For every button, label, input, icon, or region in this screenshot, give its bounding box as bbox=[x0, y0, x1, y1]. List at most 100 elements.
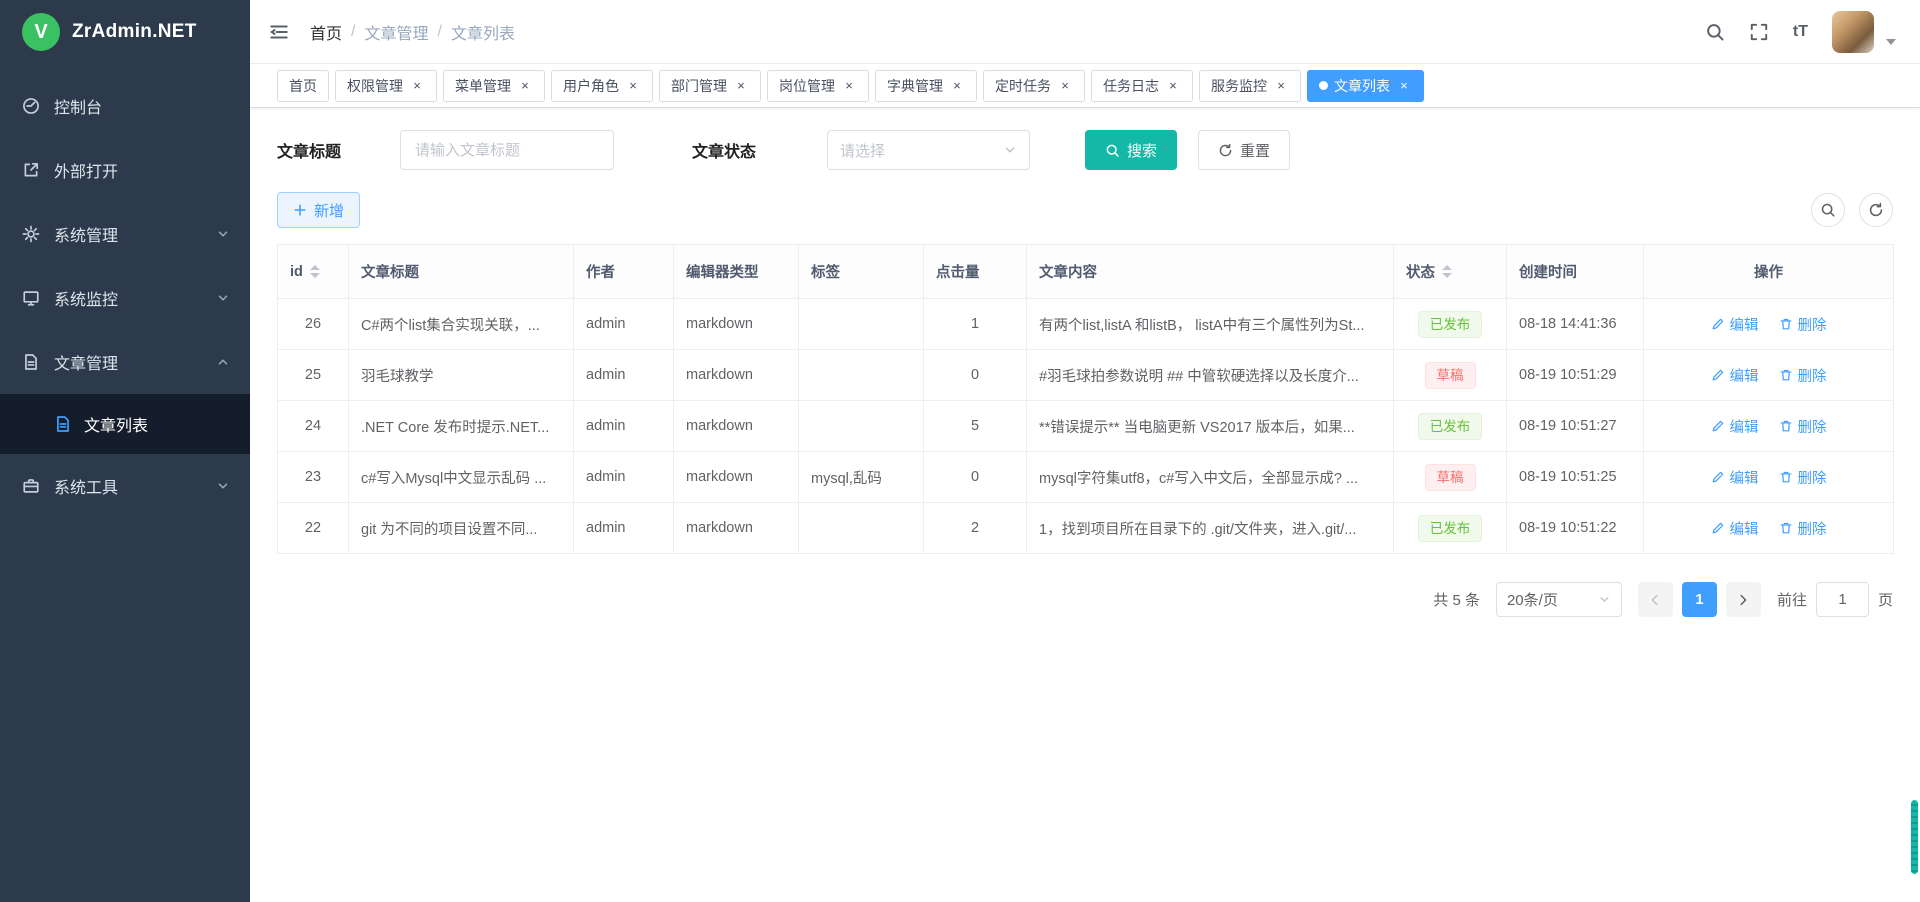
next-page-button[interactable] bbox=[1726, 582, 1761, 617]
caret-down-icon[interactable] bbox=[1886, 39, 1896, 45]
logo-icon: V bbox=[22, 13, 60, 51]
refresh-button[interactable] bbox=[1859, 193, 1893, 227]
search-button[interactable]: 搜索 bbox=[1085, 130, 1177, 170]
close-icon[interactable] bbox=[1396, 78, 1412, 94]
cell-editor: markdown bbox=[674, 503, 799, 554]
search-icon[interactable] bbox=[1705, 22, 1725, 42]
cell-content: 有两个list,listA 和listB， listA中有三个属性列为St... bbox=[1027, 299, 1394, 350]
cell-author: admin bbox=[574, 350, 674, 401]
tab-task-log[interactable]: 任务日志 bbox=[1091, 70, 1193, 102]
status-badge: 草稿 bbox=[1425, 464, 1476, 491]
sidebar-item-system-monitor[interactable]: 系统监控 bbox=[0, 266, 250, 330]
sidebar-item-article-admin[interactable]: 文章管理 bbox=[0, 330, 250, 394]
avatar[interactable] bbox=[1832, 11, 1874, 53]
sort-icon[interactable] bbox=[310, 265, 320, 278]
external-link-icon bbox=[22, 161, 40, 179]
delete-button[interactable]: 删除 bbox=[1779, 314, 1827, 335]
edit-button[interactable]: 编辑 bbox=[1711, 467, 1759, 488]
tab-label: 服务监控 bbox=[1211, 76, 1267, 96]
close-icon[interactable] bbox=[949, 78, 965, 94]
cell-id: 26 bbox=[278, 299, 349, 350]
logo[interactable]: V ZrAdmin.NET bbox=[0, 0, 250, 64]
goto-label: 前往 bbox=[1777, 589, 1807, 610]
column-label: 状态 bbox=[1406, 261, 1435, 282]
delete-button[interactable]: 删除 bbox=[1779, 467, 1827, 488]
delete-button[interactable]: 删除 bbox=[1779, 365, 1827, 386]
page-number-button[interactable]: 1 bbox=[1682, 582, 1717, 617]
delete-button[interactable]: 删除 bbox=[1779, 416, 1827, 437]
scrollbar-thumb[interactable] bbox=[1911, 800, 1918, 874]
delete-label: 删除 bbox=[1798, 314, 1827, 335]
tab-article-list[interactable]: 文章列表 bbox=[1307, 70, 1424, 102]
sort-icon[interactable] bbox=[1442, 265, 1452, 278]
close-icon[interactable] bbox=[517, 78, 533, 94]
breadcrumb-home[interactable]: 首页 bbox=[310, 20, 342, 44]
sidebar-item-dashboard[interactable]: 控制台 bbox=[0, 74, 250, 138]
close-icon[interactable] bbox=[625, 78, 641, 94]
column-header-content: 文章内容 bbox=[1027, 245, 1394, 299]
active-dot-icon bbox=[1319, 81, 1328, 90]
close-icon[interactable] bbox=[409, 78, 425, 94]
sidebar-item-system-tools[interactable]: 系统工具 bbox=[0, 454, 250, 518]
tab-scheduled-task[interactable]: 定时任务 bbox=[983, 70, 1085, 102]
sidebar-item-article-list[interactable]: 文章列表 bbox=[0, 394, 250, 454]
close-icon[interactable] bbox=[1057, 78, 1073, 94]
tab-menu-admin[interactable]: 菜单管理 bbox=[443, 70, 545, 102]
table-row: 23 c#写入Mysql中文显示乱码 ... admin markdown my… bbox=[278, 452, 1894, 503]
tab-home[interactable]: 首页 bbox=[277, 70, 329, 102]
article-title-input[interactable] bbox=[400, 130, 614, 170]
document-icon bbox=[22, 353, 40, 371]
cell-author: admin bbox=[574, 503, 674, 554]
cell-author: admin bbox=[574, 299, 674, 350]
edit-button[interactable]: 编辑 bbox=[1711, 365, 1759, 386]
tab-post-admin[interactable]: 岗位管理 bbox=[767, 70, 869, 102]
page-size-select[interactable]: 20条/页 bbox=[1496, 582, 1622, 617]
reset-button-label: 重置 bbox=[1240, 140, 1270, 161]
delete-label: 删除 bbox=[1798, 518, 1827, 539]
cell-hits: 5 bbox=[924, 401, 1027, 452]
search-button-label: 搜索 bbox=[1127, 140, 1157, 161]
cell-status: 草稿 bbox=[1394, 350, 1507, 401]
close-icon[interactable] bbox=[733, 78, 749, 94]
close-icon[interactable] bbox=[1273, 78, 1289, 94]
toggle-search-button[interactable] bbox=[1811, 193, 1845, 227]
breadcrumb-article-admin[interactable]: 文章管理 bbox=[364, 20, 428, 44]
tab-permission[interactable]: 权限管理 bbox=[335, 70, 437, 102]
tab-user-role[interactable]: 用户角色 bbox=[551, 70, 653, 102]
tab-label: 任务日志 bbox=[1103, 76, 1159, 96]
goto-page-input[interactable] bbox=[1816, 582, 1869, 617]
gear-icon bbox=[22, 225, 40, 243]
tab-label: 岗位管理 bbox=[779, 76, 835, 96]
fullscreen-icon[interactable] bbox=[1749, 22, 1769, 42]
edit-button[interactable]: 编辑 bbox=[1711, 416, 1759, 437]
prev-page-button[interactable] bbox=[1638, 582, 1673, 617]
article-status-select[interactable]: 请选择 bbox=[827, 130, 1030, 170]
close-icon[interactable] bbox=[1165, 78, 1181, 94]
cell-id: 23 bbox=[278, 452, 349, 503]
sidebar-collapse-icon[interactable] bbox=[268, 21, 290, 43]
delete-label: 删除 bbox=[1798, 416, 1827, 437]
edit-label: 编辑 bbox=[1730, 518, 1759, 539]
tab-dict-admin[interactable]: 字典管理 bbox=[875, 70, 977, 102]
sidebar-item-system-admin[interactable]: 系统管理 bbox=[0, 202, 250, 266]
column-header-ops: 操作 bbox=[1644, 245, 1894, 299]
close-icon[interactable] bbox=[841, 78, 857, 94]
delete-button[interactable]: 删除 bbox=[1779, 518, 1827, 539]
column-header-hits: 点击量 bbox=[924, 245, 1027, 299]
tab-label: 权限管理 bbox=[347, 76, 403, 96]
edit-button[interactable]: 编辑 bbox=[1711, 518, 1759, 539]
cell-content: **错误提示** 当电脑更新 VS2017 版本后，如果... bbox=[1027, 401, 1394, 452]
topbar-actions: tT bbox=[1705, 11, 1896, 53]
sidebar-item-external[interactable]: 外部打开 bbox=[0, 138, 250, 202]
font-size-icon[interactable]: tT bbox=[1793, 23, 1808, 41]
tab-label: 首页 bbox=[289, 76, 317, 96]
table-row: 24 .NET Core 发布时提示.NET... admin markdown… bbox=[278, 401, 1894, 452]
tab-service-monitor[interactable]: 服务监控 bbox=[1199, 70, 1301, 102]
tab-dept-admin[interactable]: 部门管理 bbox=[659, 70, 761, 102]
monitor-icon bbox=[22, 289, 40, 307]
edit-button[interactable]: 编辑 bbox=[1711, 314, 1759, 335]
article-status-label: 文章状态 bbox=[692, 138, 827, 162]
add-button[interactable]: 新增 bbox=[277, 192, 360, 228]
sidebar: V ZrAdmin.NET 控制台 外部打开 系统管理 bbox=[0, 0, 250, 902]
reset-button[interactable]: 重置 bbox=[1198, 130, 1290, 170]
